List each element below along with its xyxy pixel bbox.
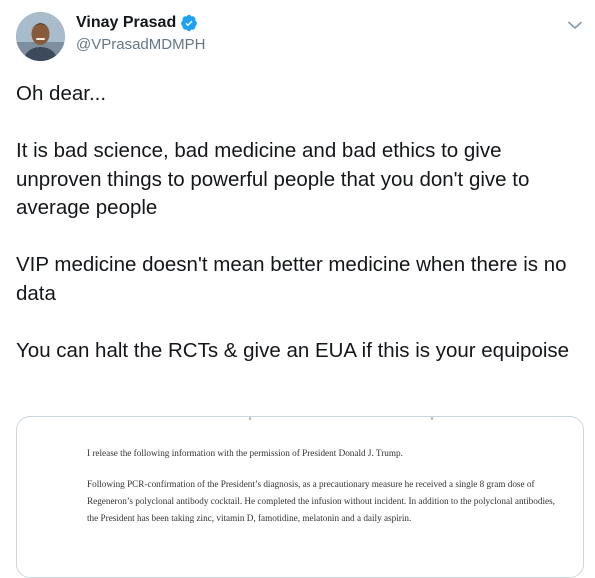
tweet-paragraph: VIP medicine doesn't mean better medicin… xyxy=(16,253,567,305)
author-name[interactable]: Vinay Prasad xyxy=(76,14,198,32)
tweet-paragraph: It is bad science, bad medicine and bad … xyxy=(16,139,530,219)
tweet-paragraph: You can halt the RCTs & give an EUA if t… xyxy=(16,338,570,362)
chevron-down-icon xyxy=(568,21,582,29)
author-handle[interactable]: @VPrasadMDMPH xyxy=(76,36,205,53)
avatar[interactable] xyxy=(16,12,65,61)
tweet-paragraph: Oh dear... xyxy=(16,82,107,105)
document-text: I release the following information with… xyxy=(87,445,557,541)
verified-badge-icon xyxy=(180,14,198,32)
tweet: Vinay Prasad @VPrasadMDMPH Oh dear... It… xyxy=(0,0,595,578)
document-paragraph: I release the following information with… xyxy=(87,448,403,458)
tweet-menu-button[interactable] xyxy=(562,12,588,38)
author-name-text[interactable]: Vinay Prasad xyxy=(76,14,176,32)
tweet-text: Oh dear... It is bad science, bad medici… xyxy=(16,80,581,394)
document-edge xyxy=(17,417,583,421)
document-paragraph: Following PCR-confirmation of the Presid… xyxy=(87,479,555,523)
attached-image[interactable]: I release the following information with… xyxy=(16,416,584,578)
